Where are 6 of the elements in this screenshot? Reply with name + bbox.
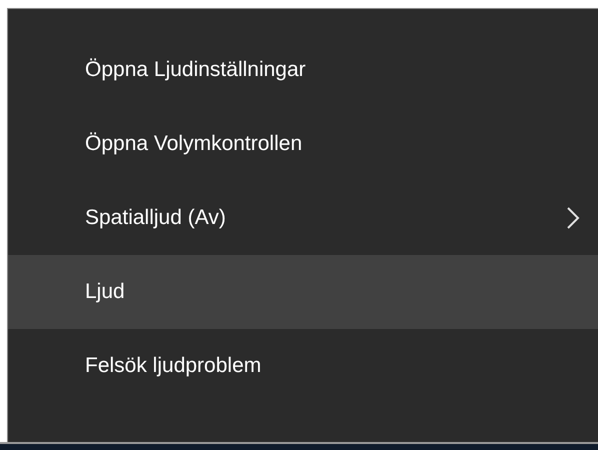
menu-item[interactable]: Öppna Volymkontrollen: [8, 107, 598, 181]
menu-item[interactable]: Öppna Ljudinställningar: [8, 33, 598, 107]
menu-item[interactable]: Ljud: [8, 255, 598, 329]
chevron-right-icon: [566, 206, 580, 230]
menu-item[interactable]: Felsök ljudproblem: [8, 329, 598, 403]
menu-item[interactable]: Spatialljud (Av): [8, 181, 598, 255]
